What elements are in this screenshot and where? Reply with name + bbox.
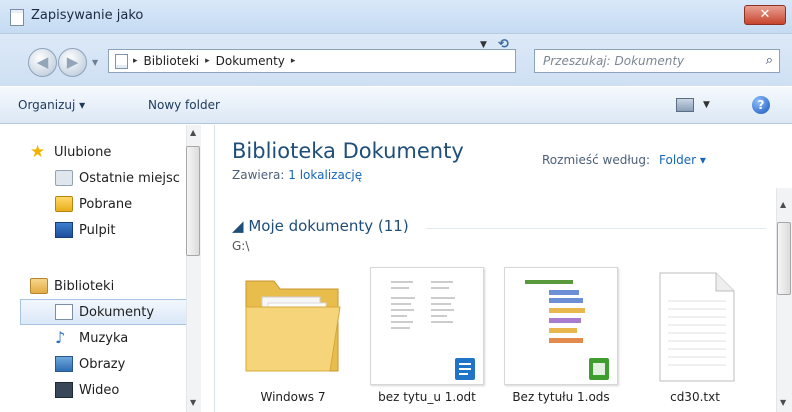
content-scrollbar-thumb[interactable] (777, 222, 791, 295)
forward-button[interactable]: ▶ (58, 48, 87, 77)
title-bar: Zapisywanie jako ✕ (0, 0, 792, 34)
sidebar-item-label: Obrazy (79, 356, 126, 372)
breadcrumb-separator[interactable]: ▸ (205, 56, 210, 66)
file-item[interactable]: cd30.txt (634, 267, 756, 404)
spreadsheet-thumbnail (504, 267, 618, 385)
search-box[interactable]: ⌕ (534, 49, 780, 73)
view-dropdown-icon[interactable]: ▼ (703, 100, 710, 110)
video-icon (55, 382, 73, 398)
recent-pages-dropdown-icon[interactable]: ▼ (92, 58, 98, 67)
file-name: Windows 7 (260, 390, 326, 404)
back-button[interactable]: ◀ (28, 48, 57, 77)
text-file-icon (659, 272, 735, 382)
breadcrumb-libraries[interactable]: Biblioteki (144, 54, 200, 68)
sidebar-item-recent-places[interactable]: Ostatnie miejsc (55, 165, 198, 191)
organize-button[interactable]: Organizuj ▾ (18, 98, 85, 112)
help-icon[interactable]: ? (752, 96, 770, 114)
search-icon[interactable]: ⌕ (766, 53, 773, 68)
document-thumbnail (370, 267, 484, 385)
location-icon (115, 54, 128, 69)
new-folder-button[interactable]: Nowy folder (148, 98, 220, 112)
desktop-icon (55, 222, 73, 238)
odt-preview-icon (391, 281, 475, 380)
documents-icon (55, 304, 73, 320)
breadcrumb: ▸ Biblioteki ▸ Dokumenty ▸ (133, 54, 295, 68)
address-bar[interactable]: ▸ Biblioteki ▸ Dokumenty ▸ (108, 49, 516, 73)
close-button[interactable]: ✕ (744, 5, 786, 25)
content-scroll-down-icon[interactable]: ▼ (780, 398, 786, 407)
group-title: Moje dokumenty (11) (248, 217, 409, 235)
group-header[interactable]: ◢ Moje dokumenty (11) (232, 217, 409, 235)
scroll-up-icon[interactable]: ▲ (190, 128, 196, 137)
library-contains: Zawiera: 1 lokalizację (232, 168, 362, 182)
sidebar-item-label: Dokumenty (79, 304, 155, 320)
breadcrumb-separator[interactable]: ▸ (133, 56, 138, 66)
content-scroll-up-icon[interactable]: ▲ (780, 200, 786, 209)
file-name: Bez tytułu 1.ods (512, 390, 610, 404)
refresh-icon[interactable]: ⟲ (498, 37, 516, 55)
library-title: Biblioteka Dokumenty (232, 139, 464, 163)
group-path: G:\ (232, 239, 250, 253)
sidebar-item-label: Muzyka (79, 330, 129, 346)
scroll-down-icon[interactable]: ▼ (190, 398, 196, 407)
recent-places-icon (55, 170, 73, 186)
breadcrumb-separator[interactable]: ▸ (291, 56, 296, 66)
navigation-pane: ★ Ulubione Ostatnie miejsc Pobrane Pulpi… (0, 125, 215, 412)
sidebar-item-label: Wideo (79, 382, 120, 398)
content-pane: Biblioteka Dokumenty Zawiera: 1 lokaliza… (216, 125, 776, 412)
sidebar-item-label: Ostatnie miejsc (79, 170, 180, 186)
collapse-arrow-icon[interactable]: ◢ (232, 217, 244, 235)
navigation-scrollbar-thumb[interactable] (186, 146, 200, 256)
address-dropdown-icon[interactable]: ▼ (480, 40, 487, 50)
sidebar-item-downloads[interactable]: Pobrane (55, 191, 198, 217)
file-item[interactable]: Windows 7 (232, 267, 354, 404)
search-input[interactable] (543, 54, 743, 68)
locations-link[interactable]: 1 lokalizację (288, 168, 362, 182)
command-bar: Organizuj ▾ Nowy folder ▼ ? (0, 86, 792, 124)
sidebar-item-documents[interactable]: Dokumenty (20, 299, 198, 325)
sidebar-item-label: Biblioteki (54, 278, 115, 294)
sidebar-item-video[interactable]: Wideo (55, 377, 198, 403)
folder-icon (245, 280, 341, 372)
downloads-icon (55, 196, 73, 212)
sidebar-item-label: Pulpit (79, 222, 116, 238)
ods-preview-icon (525, 280, 609, 380)
file-name: cd30.txt (670, 390, 720, 404)
contains-label: Zawiera: (232, 168, 285, 182)
music-icon: ♪ (55, 328, 66, 347)
star-icon: ★ (30, 142, 46, 162)
sidebar-item-desktop[interactable]: Pulpit (55, 217, 198, 243)
window-title: Zapisywanie jako (31, 8, 144, 23)
file-name: bez tytu_u 1.odt (378, 390, 476, 404)
pictures-icon (55, 356, 73, 372)
group-divider (426, 228, 766, 229)
arrange-by-dropdown[interactable]: Folder ▾ (659, 153, 706, 167)
sidebar-item-label: Ulubione (54, 144, 112, 160)
arrange-by-label: Rozmieść według: (542, 153, 650, 167)
window-document-icon (10, 9, 24, 26)
sidebar-item-music[interactable]: ♪ Muzyka (55, 325, 198, 351)
breadcrumb-documents[interactable]: Dokumenty (216, 54, 285, 68)
libraries-icon (30, 278, 48, 294)
sidebar-item-pictures[interactable]: Obrazy (55, 351, 198, 377)
sidebar-item-label: Pobrane (79, 196, 133, 212)
change-view-icon[interactable] (676, 98, 694, 112)
